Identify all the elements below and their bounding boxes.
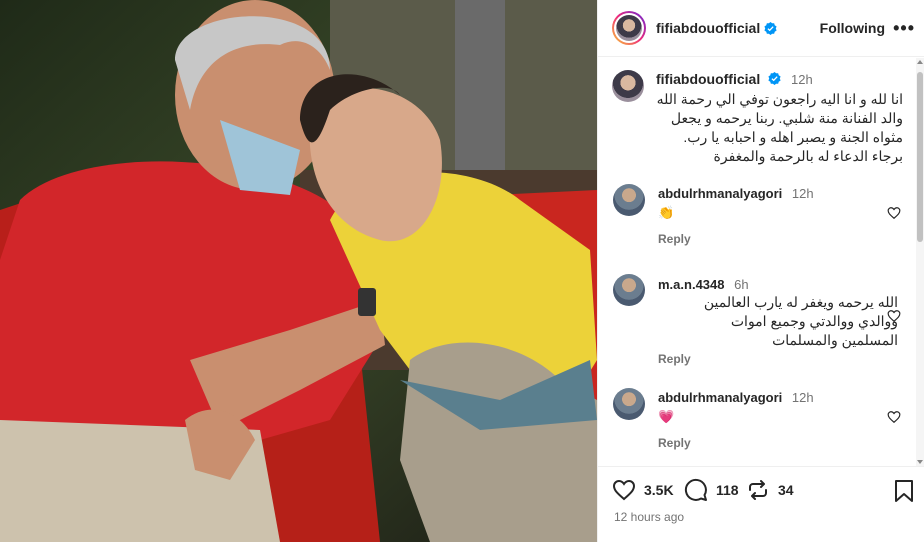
comment-time: 12h bbox=[791, 390, 814, 405]
post-image bbox=[0, 0, 597, 542]
repost-button[interactable]: 34 bbox=[746, 478, 794, 502]
post-caption: fifiabdouofficial 12h انا لله و انا اليه… bbox=[598, 58, 916, 178]
like-button[interactable]: 3.5K bbox=[612, 478, 674, 502]
scroll-up-arrow-icon[interactable] bbox=[917, 60, 923, 64]
verified-badge-icon bbox=[764, 21, 777, 35]
author-username[interactable]: fifiabdouofficial bbox=[656, 20, 760, 36]
post-photo[interactable] bbox=[0, 0, 597, 542]
post-detail-panel: fifiabdouofficial Following ••• fifiabdo… bbox=[597, 0, 924, 542]
reply-button[interactable]: Reply bbox=[658, 352, 691, 366]
commenter-avatar[interactable] bbox=[613, 274, 645, 306]
scroll-down-arrow-icon[interactable] bbox=[917, 460, 923, 464]
like-comment-heart-icon[interactable] bbox=[887, 410, 901, 424]
following-button[interactable]: Following bbox=[820, 20, 885, 36]
reply-button[interactable]: Reply bbox=[658, 232, 691, 246]
post-timestamp[interactable]: 12 hours ago bbox=[614, 510, 684, 524]
repost-icon bbox=[749, 480, 767, 500]
commenter-username[interactable]: abdulrhmanalyagori bbox=[658, 390, 782, 405]
verified-badge-icon bbox=[768, 72, 781, 85]
comments-scroll-area[interactable]: fifiabdouofficial 12h انا لله و انا اليه… bbox=[598, 58, 916, 466]
commenter-avatar[interactable] bbox=[613, 184, 645, 216]
reply-button[interactable]: Reply bbox=[658, 436, 691, 450]
like-comment-heart-icon[interactable] bbox=[887, 309, 901, 323]
more-options-icon[interactable]: ••• bbox=[893, 18, 915, 39]
commenter-username[interactable]: abdulrhmanalyagori bbox=[658, 186, 782, 201]
comment-text: الله يرحمه ويغفر له يارب العالمين ووالدي… bbox=[703, 294, 898, 348]
comment-time: 12h bbox=[791, 186, 814, 201]
heart-icon bbox=[612, 479, 636, 501]
repost-count: 34 bbox=[778, 482, 794, 498]
comment-count: 118 bbox=[716, 482, 739, 498]
post-actions-bar: 3.5K 118 34 12 hours ago bbox=[598, 466, 924, 542]
comment-text: 👏 bbox=[658, 205, 675, 220]
caption-text: انا لله و انا اليه راجعون توفي الي رحمة … bbox=[656, 91, 903, 164]
comment-bubble-icon bbox=[684, 478, 707, 501]
caption-time: 12h bbox=[791, 72, 813, 87]
comment-button[interactable]: 118 bbox=[684, 478, 739, 502]
post-header: fifiabdouofficial Following ••• bbox=[598, 0, 924, 57]
comment-text: 💗 bbox=[658, 409, 675, 424]
bookmark-icon[interactable] bbox=[893, 479, 915, 503]
commenter-avatar[interactable] bbox=[613, 388, 645, 420]
scrollbar-thumb[interactable] bbox=[917, 72, 923, 242]
author-avatar[interactable] bbox=[612, 11, 646, 45]
caption-username[interactable]: fifiabdouofficial bbox=[656, 71, 760, 87]
comment-time: 6h bbox=[734, 277, 749, 292]
comments-scrollbar[interactable] bbox=[916, 58, 924, 466]
commenter-username[interactable]: m.a.n.4348 bbox=[658, 277, 725, 292]
like-comment-heart-icon[interactable] bbox=[887, 206, 901, 220]
like-count: 3.5K bbox=[644, 482, 674, 498]
